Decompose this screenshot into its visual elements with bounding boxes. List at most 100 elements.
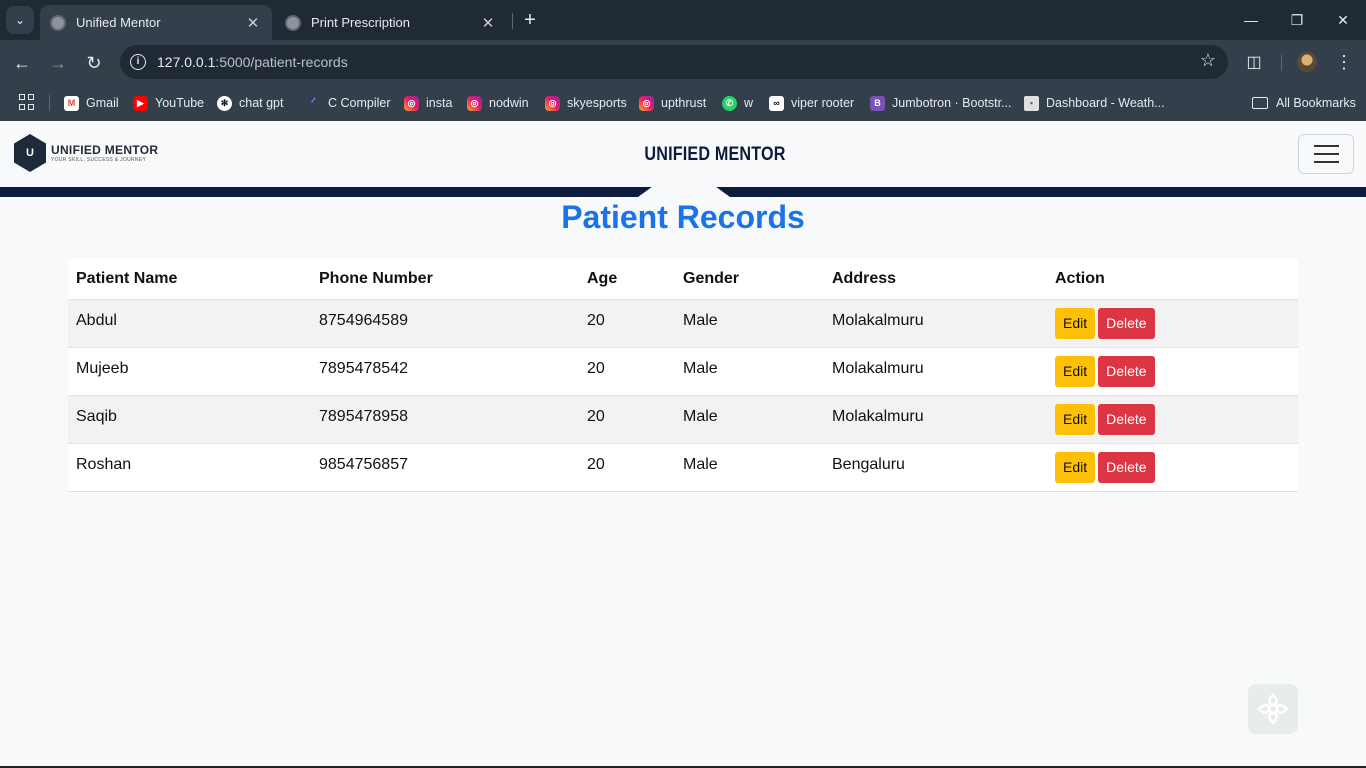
edit-button[interactable]: Edit xyxy=(1055,307,1096,339)
menu-toggle-button[interactable] xyxy=(1298,134,1354,174)
close-tab-icon[interactable]: ✕ xyxy=(244,14,262,32)
brand-title: UNIFIED MENTOR xyxy=(644,144,786,165)
column-header-action: Action xyxy=(1047,259,1298,300)
column-header-address: Address xyxy=(824,259,1047,300)
table-row: Saqib 7895478958 20 Male Molakalmuru Edi… xyxy=(68,395,1298,444)
bookmark-chat-gpt[interactable]: ✻ chat gpt xyxy=(217,92,283,114)
column-header-gender: Gender xyxy=(675,259,824,300)
forward-button[interactable]: → xyxy=(45,50,71,76)
patient-name-cell: Mujeeb xyxy=(68,347,311,396)
age-cell: 20 xyxy=(579,347,675,396)
profile-avatar[interactable] xyxy=(1297,52,1317,72)
flower-logo-icon xyxy=(1257,693,1289,725)
address-cell: Molakalmuru xyxy=(824,395,1047,444)
address-bar[interactable]: i 127.0.0.1:5000/patient-records ☆ xyxy=(120,45,1228,79)
address-cell: Molakalmuru xyxy=(824,299,1047,348)
bookmark-jumbotron[interactable]: B Jumbotron · Bootstr... xyxy=(870,92,1012,114)
bookmark-viper-rooter[interactable]: ∞ viper rooter xyxy=(769,92,854,114)
restore-button[interactable]: ❐ xyxy=(1274,0,1320,40)
browser-tab-bar: ⌄ Unified Mentor ✕ Print Prescription ✕ … xyxy=(0,0,1366,40)
edit-button[interactable]: Edit xyxy=(1055,403,1096,435)
bookmark-c-compiler[interactable]: ᐟ C Compiler xyxy=(306,92,391,114)
apps-grid-icon[interactable] xyxy=(19,94,35,110)
hamburger-icon xyxy=(1313,145,1339,147)
phone-number-cell: 7895478958 xyxy=(311,395,579,444)
bookmarks-bar: M Gmail ▶ YouTube ✻ chat gpt ᐟ C Compiler ◎ i… xyxy=(0,85,1366,121)
column-header-age: Age xyxy=(579,259,675,300)
web-page: U UNIFIED MENTOR YOUR SKILL, SUCCESS & J… xyxy=(0,121,1366,768)
age-cell: 20 xyxy=(579,299,675,348)
bookmark-skyesports[interactable]: ◎ skyesports xyxy=(545,92,627,114)
compiler-icon: ᐟ xyxy=(310,95,317,110)
delete-button[interactable]: Delete xyxy=(1098,403,1155,435)
site-info-icon[interactable]: i xyxy=(130,54,146,70)
table-row: Mujeeb 7895478542 20 Male Molakalmuru Ed… xyxy=(68,347,1298,396)
youtube-icon: ▶ xyxy=(133,95,148,111)
gender-cell: Male xyxy=(675,347,824,396)
tab-title: Print Prescription xyxy=(311,15,410,30)
phone-number-cell: 8754964589 xyxy=(311,299,579,348)
extensions-icon[interactable]: ◫ xyxy=(1244,52,1264,72)
assistant-widget-button[interactable] xyxy=(1248,684,1298,734)
url-path: :5000/patient-records xyxy=(215,54,348,70)
tab-print-prescription[interactable]: Print Prescription ✕ xyxy=(275,5,507,40)
tab-search-button[interactable]: ⌄ xyxy=(6,6,34,34)
url-host: 127.0.0.1 xyxy=(157,54,216,70)
browser-menu-icon[interactable]: ⋮ xyxy=(1334,52,1354,72)
edit-button[interactable]: Edit xyxy=(1055,355,1096,387)
new-tab-button[interactable]: + xyxy=(519,8,541,32)
bookmark-nodwin[interactable]: ◎ nodwin xyxy=(467,92,529,114)
bookmark-upthrust[interactable]: ◎ upthrust xyxy=(639,92,706,114)
action-cell: Edit Delete xyxy=(1047,395,1298,444)
gender-cell: Male xyxy=(675,395,824,444)
instagram-icon: ◎ xyxy=(404,95,419,111)
address-cell: Bengaluru xyxy=(824,443,1047,492)
patient-records-table: Patient Name Phone Number Age Gender Add… xyxy=(68,259,1298,492)
bookmark-gmail[interactable]: M Gmail xyxy=(64,92,119,114)
bookmark-youtube[interactable]: ▶ YouTube xyxy=(133,92,204,114)
bookmark-dashboard[interactable]: ▪ Dashboard - Weath... xyxy=(1024,92,1165,114)
bookmark-insta[interactable]: ◎ insta xyxy=(404,92,452,114)
close-window-button[interactable]: ✕ xyxy=(1320,0,1366,40)
reload-button[interactable]: ↻ xyxy=(81,50,107,76)
bookmark-star-icon[interactable]: ☆ xyxy=(1200,50,1216,71)
page-icon: ▪ xyxy=(1024,95,1039,111)
tab-unified-mentor[interactable]: Unified Mentor ✕ xyxy=(40,5,272,40)
action-cell: Edit Delete xyxy=(1047,443,1298,492)
delete-button[interactable]: Delete xyxy=(1098,355,1155,387)
tab-title: Unified Mentor xyxy=(76,15,161,30)
table-row: Roshan 9854756857 20 Male Bengaluru Edit… xyxy=(68,443,1298,492)
bookmark-label: Jumbotron · Bootstr... xyxy=(892,96,1012,110)
tab-divider xyxy=(512,13,513,29)
bookmark-label: w xyxy=(744,96,754,110)
bookmark-label: nodwin xyxy=(489,96,529,110)
delete-button[interactable]: Delete xyxy=(1098,451,1155,483)
edit-button[interactable]: Edit xyxy=(1055,451,1096,483)
action-cell: Edit Delete xyxy=(1047,299,1298,348)
column-header-patient-name: Patient Name xyxy=(68,259,311,300)
phone-number-cell: 7895478542 xyxy=(311,347,579,396)
bookmark-label: insta xyxy=(426,96,453,110)
navbar-notch xyxy=(638,187,730,197)
close-tab-icon[interactable]: ✕ xyxy=(479,14,497,32)
bookmark-label: Dashboard - Weath... xyxy=(1046,96,1165,110)
delete-button[interactable]: Delete xyxy=(1098,307,1155,339)
age-cell: 20 xyxy=(579,443,675,492)
instagram-icon: ◎ xyxy=(467,95,482,111)
bookmarks-divider xyxy=(49,95,50,111)
chatgpt-icon: ✻ xyxy=(217,95,232,111)
minimize-button[interactable]: — xyxy=(1228,0,1274,40)
bookmark-label: upthrust xyxy=(661,96,707,110)
bookmark-whatsapp[interactable]: ✆ w xyxy=(722,92,753,114)
folder-icon xyxy=(1252,97,1268,109)
all-bookmarks-label: All Bookmarks xyxy=(1276,96,1356,110)
bookmark-label: skyesports xyxy=(567,96,627,110)
table-header-row: Patient Name Phone Number Age Gender Add… xyxy=(68,259,1298,300)
patient-name-cell: Abdul xyxy=(68,299,311,348)
back-button[interactable]: ← xyxy=(9,50,35,76)
all-bookmarks-button[interactable]: All Bookmarks xyxy=(1252,92,1356,114)
globe-icon xyxy=(50,14,66,31)
toolbar-divider xyxy=(1281,55,1282,71)
gender-cell: Male xyxy=(675,443,824,492)
url-text[interactable]: 127.0.0.1:5000/patient-records xyxy=(157,54,348,70)
